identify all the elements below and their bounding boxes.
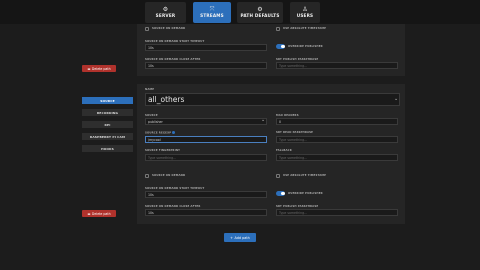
absolute-timestamp-checkbox[interactable] [276, 27, 280, 31]
add-path-button[interactable]: + Add path [224, 233, 256, 242]
start-timeout-input[interactable]: 10s [145, 191, 267, 198]
chevron-down-icon[interactable]: ⌄ [394, 96, 398, 102]
tab-label: SERVER [155, 13, 176, 18]
field-label: SOURCE [145, 114, 158, 117]
publish-passphrase-input[interactable]: Type something... [276, 62, 398, 69]
field-label: MAX READERS [276, 114, 299, 117]
info-icon [172, 131, 176, 134]
sidebar-item-rpi[interactable]: RPI [82, 121, 133, 128]
sidebar-item-source[interactable]: SOURCE [82, 97, 133, 104]
start-timeout-input[interactable]: 10s [145, 44, 267, 51]
delete-path-button[interactable]: ▬ Delete path [82, 210, 116, 217]
field-label: SOURCE REGEXP [145, 131, 176, 135]
streams-icon: ⤧ [209, 6, 215, 13]
source-on-demand-checkbox[interactable] [145, 27, 149, 31]
field-label: OVERRIDE PUBLISHER [288, 192, 323, 195]
field-label: SRT PUBLISH PASSPHRASE [276, 205, 319, 208]
delete-path-button[interactable]: ▬ Delete path [82, 65, 116, 72]
field-label: SOURCE FINGERPRINT [145, 149, 181, 152]
sidebar-item-raspberry-pi-cam[interactable]: RASPBERRY PI CAM [82, 133, 133, 140]
field-label: SOURCE ON DEMAND [152, 27, 186, 30]
close-after-input[interactable]: 10s [145, 209, 267, 216]
absolute-timestamp-checkbox[interactable] [276, 174, 280, 178]
top-nav: ⚙ SERVER ⤧ STREAMS ⚙ PATH DEFAULTS ♙ USE… [0, 0, 480, 24]
field-label: SOURCE ON DEMAND START TIMEOUT [145, 40, 205, 43]
close-after-input[interactable]: 10s [145, 62, 267, 69]
field-label: SRT PUBLISH PASSPHRASE [276, 58, 319, 61]
plus-icon: + [230, 235, 233, 240]
tab-users[interactable]: ♙ USERS [290, 2, 320, 23]
tab-server[interactable]: ⚙ SERVER [145, 2, 186, 23]
publish-passphrase-input[interactable]: Type something... [276, 209, 398, 216]
field-label: SOURCE ON DEMAND [152, 174, 186, 177]
field-label: SRT READ PASSPHRASE [276, 131, 314, 134]
path-defaults-icon: ⚙ [257, 6, 263, 13]
field-label: SOURCE ON DEMAND CLOSE AFTER [145, 205, 201, 208]
sidebar-item-hooks[interactable]: HOOKS [82, 145, 133, 152]
chevron-down-icon: ⌄ [261, 117, 266, 123]
field-label: USE ABSOLUTE TIMESTAMP [283, 27, 327, 30]
path-name-input[interactable]: all_others [145, 93, 400, 106]
max-readers-input[interactable]: 0 [276, 118, 398, 125]
tab-path-defaults[interactable]: ⚙ PATH DEFAULTS [237, 2, 283, 23]
tab-label: PATH DEFAULTS [240, 13, 280, 18]
delete-label: Delete path [91, 66, 111, 71]
gear-icon: ⚙ [162, 6, 169, 13]
delete-label: Delete path [91, 211, 111, 216]
field-label: NAME [145, 88, 155, 91]
field-label: OVERRIDE PUBLISHER [288, 45, 323, 48]
sidebar-item-recording[interactable]: RECORDING [82, 109, 133, 116]
override-publisher-toggle[interactable] [276, 191, 285, 196]
source-fingerprint-input[interactable]: Type something... [145, 154, 267, 161]
regexp-label: SOURCE REGEXP [145, 131, 172, 135]
source-select[interactable]: publisher [145, 118, 267, 125]
fallback-input[interactable]: Type something... [276, 154, 398, 161]
add-label: Add path [234, 235, 250, 240]
source-on-demand-checkbox[interactable] [145, 174, 149, 178]
source-regexp-input[interactable]: /mycool [145, 136, 267, 143]
override-publisher-toggle[interactable] [276, 44, 285, 49]
field-label: SOURCE ON DEMAND CLOSE AFTER [145, 58, 201, 61]
field-label: USE ABSOLUTE TIMESTAMP [283, 174, 327, 177]
srt-read-passphrase-input[interactable]: Type something... [276, 136, 398, 143]
tab-streams[interactable]: ⤧ STREAMS [193, 2, 231, 23]
tab-label: STREAMS [200, 13, 224, 18]
field-label: FALLBACK [276, 149, 292, 152]
trash-icon: ▬ [87, 211, 91, 216]
trash-icon: ▬ [87, 66, 91, 71]
user-icon: ♙ [302, 6, 308, 13]
field-label: SOURCE ON DEMAND START TIMEOUT [145, 187, 205, 190]
tab-label: USERS [296, 13, 314, 18]
